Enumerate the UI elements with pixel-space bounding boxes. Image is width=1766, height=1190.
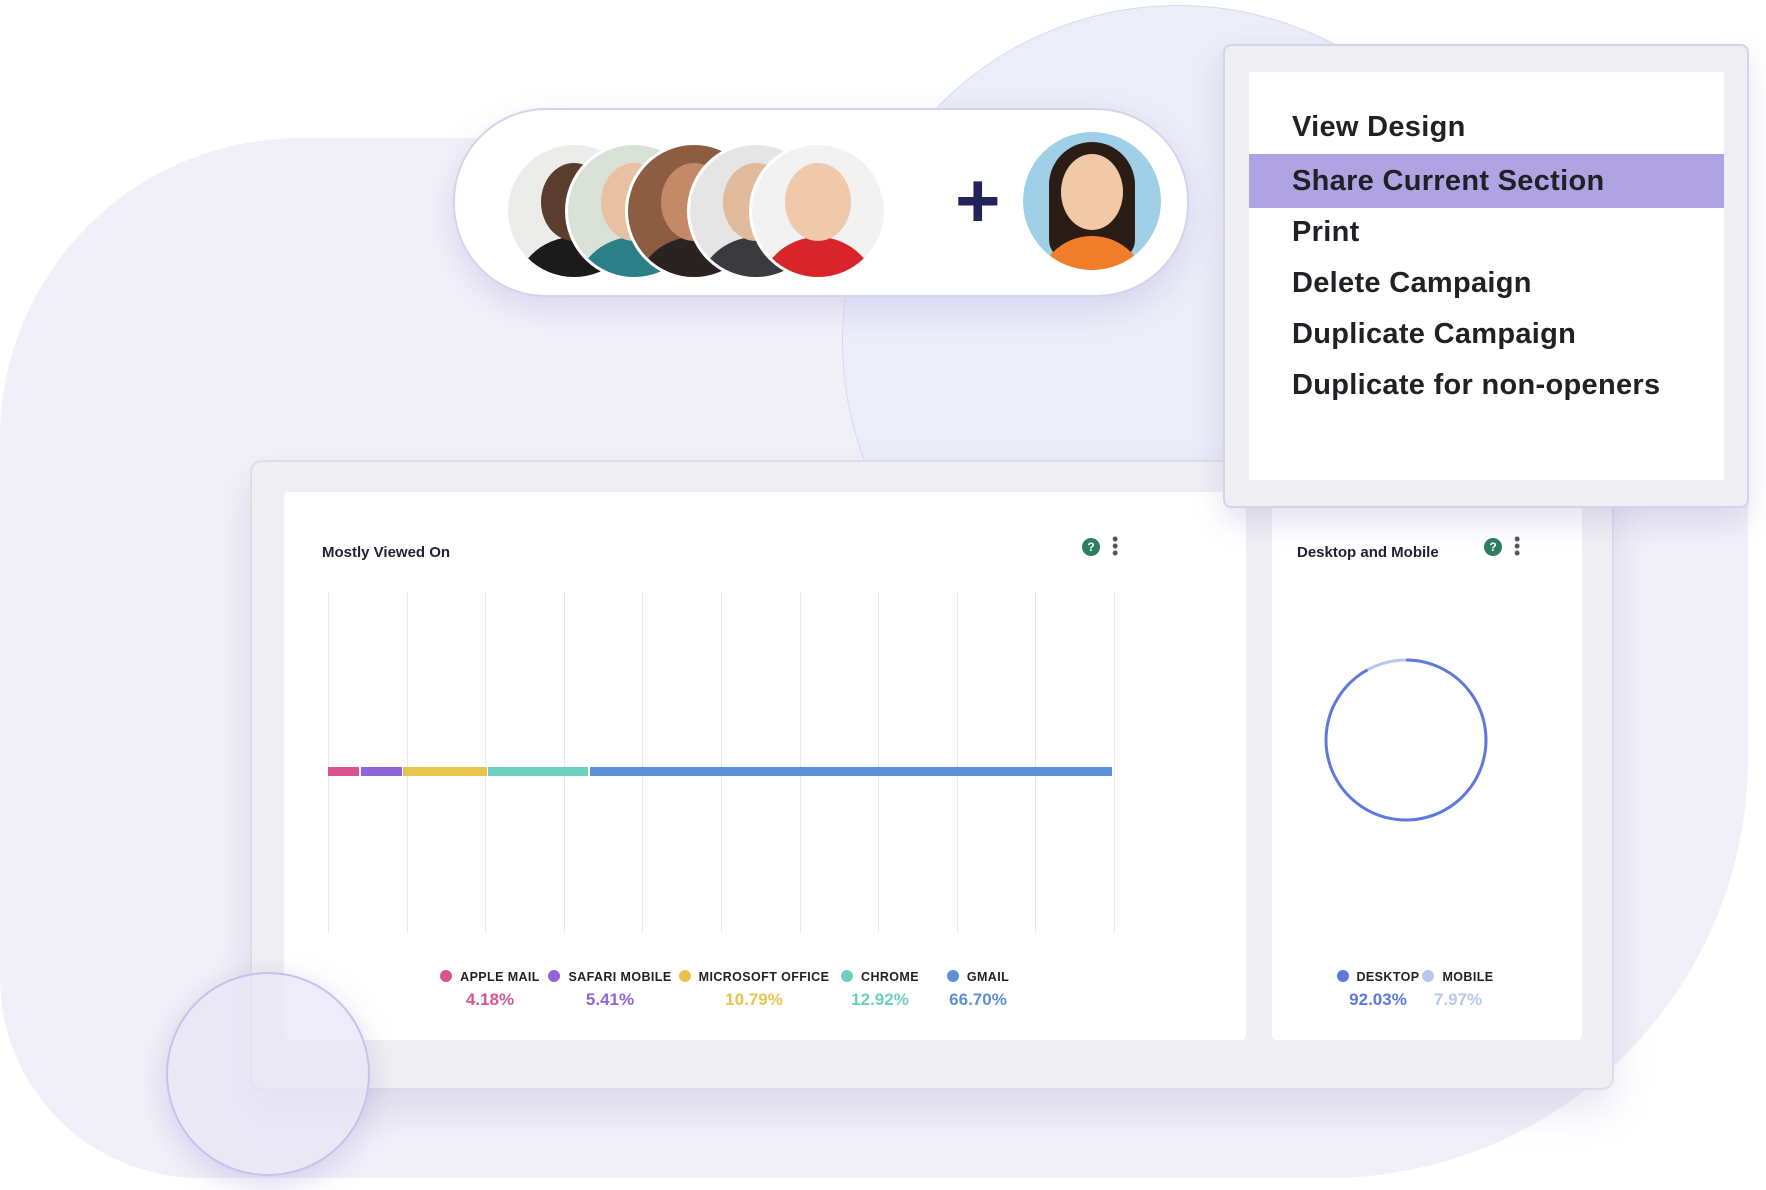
grid-line: [721, 592, 722, 932]
menu-item[interactable]: Share Current Section: [1249, 154, 1724, 208]
grid-line: [956, 592, 958, 932]
legend-swatch: [1336, 970, 1349, 982]
bar-segment[interactable]: [589, 767, 1113, 776]
donut-chart: [1324, 658, 1488, 822]
legend-text: SAFARI MOBILE: [568, 970, 672, 984]
legend-swatch: [946, 970, 959, 982]
bar-segment[interactable]: [488, 767, 589, 776]
grid-line: [642, 592, 644, 932]
grid-line: [485, 592, 487, 932]
menu-item[interactable]: View Design: [1249, 100, 1724, 154]
grid-line: [878, 592, 880, 932]
legend-item: MOBILE 7.97%: [1408, 970, 1508, 1010]
avatar-new-member[interactable]: [1023, 132, 1161, 270]
legend-swatch: [440, 970, 453, 982]
donut-slice[interactable]: [1366, 658, 1407, 672]
bar-segment[interactable]: [403, 767, 487, 776]
donut-slice[interactable]: [1324, 658, 1488, 822]
menu-item[interactable]: Delete Campaign: [1249, 256, 1724, 310]
legend-label: GMAIL: [888, 970, 1068, 984]
grid-line: [406, 592, 408, 932]
context-menu: View Design Share Current Section Print Del…: [1223, 44, 1749, 508]
grid-line: [1114, 592, 1115, 932]
help-icon[interactable]: ?: [1484, 538, 1502, 556]
card-title: Mostly Viewed On: [322, 544, 451, 561]
plus-icon: +: [955, 156, 1001, 244]
legend-label: MOBILE: [1408, 970, 1508, 984]
help-icon[interactable]: ?: [1082, 538, 1100, 556]
grid-line: [1035, 592, 1037, 932]
avatar-face: [1061, 154, 1123, 230]
avatar-team-member[interactable]: [749, 142, 887, 280]
legend-swatch: [1422, 970, 1435, 982]
avatar-shoulders: [758, 237, 878, 277]
legend-swatch: [678, 970, 691, 982]
legend-item: GMAIL 66.70%: [888, 970, 1068, 1010]
legend-text: MOBILE: [1442, 970, 1494, 984]
menu-item[interactable]: Duplicate for non-openers: [1249, 358, 1724, 412]
legend-swatch: [548, 970, 561, 982]
bar-segment[interactable]: [360, 767, 402, 776]
more-options-icon[interactable]: • • •: [1112, 530, 1118, 562]
bar-segment[interactable]: [328, 767, 360, 776]
menu-item[interactable]: Print: [1249, 205, 1724, 259]
card-title: Desktop and Mobile: [1297, 544, 1439, 561]
desktop-mobile-card: Desktop and Mobile ? • • • DESKTOP 92.03% MO…: [1272, 492, 1582, 1040]
legend-swatch: [841, 970, 854, 982]
mostly-viewed-card: Mostly Viewed On ? • • • APPLE MAIL 4.18% SA…: [284, 492, 1246, 1040]
grid-line: [563, 592, 565, 932]
more-options-icon[interactable]: • • •: [1514, 530, 1520, 562]
team-avatar-group: +: [453, 108, 1189, 297]
grid-line: [328, 592, 329, 932]
decorative-circle: [166, 972, 370, 1176]
grid-line: [799, 592, 801, 932]
legend-text: GMAIL: [966, 970, 1010, 984]
dashboard-panel: Mostly Viewed On ? • • • APPLE MAIL 4.18% SA…: [250, 460, 1614, 1090]
avatar-face: [785, 163, 851, 241]
context-menu-list: View Design Share Current Section Print Del…: [1249, 72, 1724, 480]
legend-value: 66.70%: [949, 990, 1007, 1009]
legend-value: 7.97%: [1433, 990, 1483, 1009]
menu-item[interactable]: Duplicate Campaign: [1249, 307, 1724, 361]
